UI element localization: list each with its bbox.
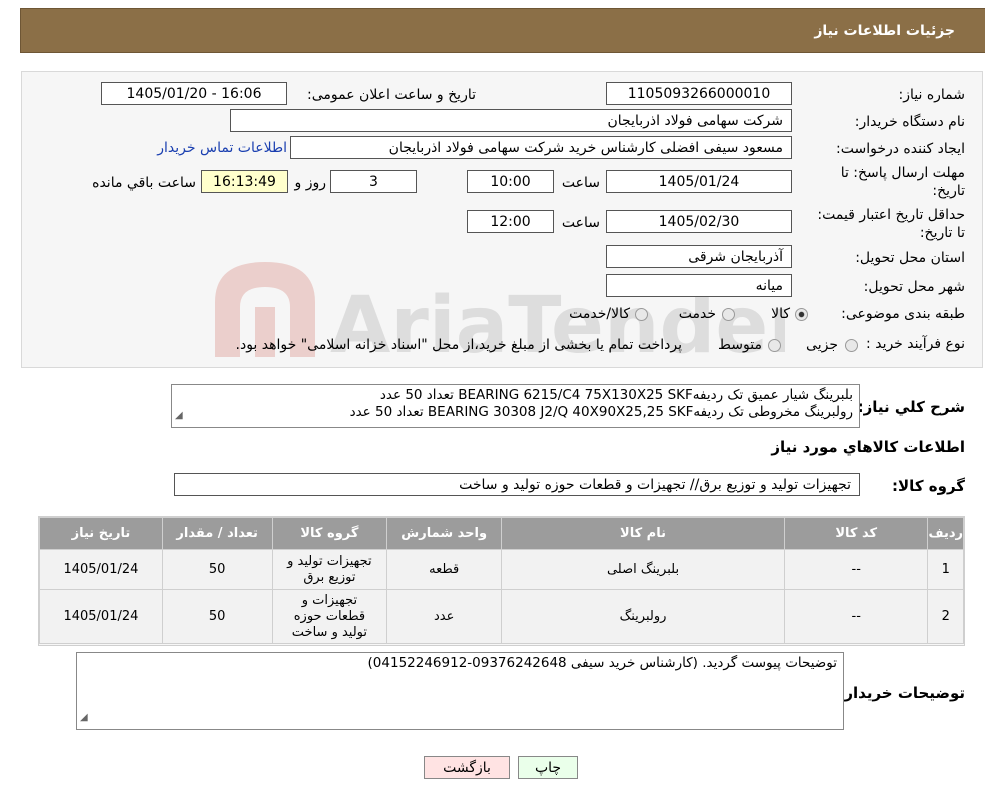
need-number-field: 1105093266000010 — [606, 82, 792, 105]
cell-row-number: 2 — [927, 589, 964, 644]
cell-quantity: 50 — [161, 589, 273, 644]
col-header-name: نام کالا — [501, 517, 785, 550]
buyer-notes-text: توضیحات پیوست گردید. (کارشناس خرید سیفی … — [367, 655, 837, 671]
buyer-notes-textarea[interactable]: توضیحات پیوست گردید. (کارشناس خرید سیفی … — [76, 652, 844, 730]
validity-label: حداقل تاریخ اعتبار قیمت: تا تاریخ: — [817, 207, 965, 241]
creator-label: ایجاد کننده درخواست: — [836, 141, 965, 157]
category-option-goods: کالا — [771, 306, 790, 322]
cell-code: -- — [783, 549, 929, 590]
validity-time-label: ساعت — [561, 215, 600, 231]
category-radio-goods-service[interactable] — [635, 308, 648, 321]
table-header-row: ردیف کد کالا نام کالا واحد شمارش گروه کا… — [39, 517, 964, 550]
buyer-org-field: شرکت سهامی فولاد اذربایجان — [230, 109, 792, 132]
category-label: طبقه بندی موضوعی: — [841, 306, 965, 322]
cell-row-number: 1 — [927, 549, 964, 590]
cell-group: تجهیزات تولید و توزیع برق — [271, 549, 388, 590]
page-title: جزئیات اطلاعات نیاز — [814, 22, 955, 39]
buyer-contact-link[interactable]: اطلاعات تماس خریدار — [155, 140, 287, 156]
summary-textarea[interactable]: بلبرینگ شیار عمیق تک ردیفهBEARING 6215/C… — [171, 384, 860, 428]
category-option-goods-service: کالا/خدمت — [569, 306, 630, 322]
city-field: میانه — [606, 274, 792, 297]
announce-datetime-field: 1405/01/20 - 16:06 — [101, 82, 287, 105]
process-label: نوع فرآیند خرید : — [866, 336, 965, 352]
validity-time-field: 12:00 — [467, 210, 554, 233]
process-option-medium: متوسط — [718, 337, 762, 353]
cell-name: بلبرینگ اصلی — [501, 549, 785, 590]
process-radio-minor[interactable] — [845, 339, 858, 352]
col-header-quantity: تعداد / مقدار — [161, 517, 273, 550]
col-header-code: کد کالا — [783, 517, 929, 550]
goods-group-label: گروه کالا: — [892, 477, 965, 495]
col-header-row-number: ردیف — [927, 517, 964, 550]
cell-unit: قطعه — [386, 549, 503, 590]
deadline-time-field: 10:00 — [467, 170, 554, 193]
cell-unit: عدد — [386, 589, 503, 644]
print-button[interactable]: چاپ — [518, 756, 578, 779]
buyer-org-label: نام دستگاه خریدار: — [854, 114, 965, 130]
category-radio-goods[interactable] — [795, 308, 808, 321]
remaining-time-field: 16:13:49 — [201, 170, 288, 193]
table-row: 2 -- رولبرینگ عدد تجهیزات و قطعات حوزه ت… — [39, 589, 964, 644]
validity-date-field: 1405/02/30 — [606, 210, 792, 233]
goods-info-title: اطلاعات کالاهاي مورد نیاز — [771, 438, 965, 456]
col-header-date: تاریخ نیاز — [39, 517, 163, 550]
city-label: شهر محل تحویل: — [863, 279, 965, 295]
deadline-time-label: ساعت — [561, 175, 600, 191]
creator-field: مسعود سیفی افضلی کارشناس خرید شرکت سهامی… — [290, 136, 792, 159]
deadline-label: مهلت ارسال پاسخ: تا تاریخ: — [840, 165, 965, 199]
days-remaining-field: 3 — [330, 170, 417, 193]
cell-name: رولبرینگ — [501, 589, 785, 644]
summary-line-1: بلبرینگ شیار عمیق تک ردیفهBEARING 6215/C… — [379, 387, 853, 403]
deadline-date-field: 1405/01/24 — [606, 170, 792, 193]
process-radio-medium[interactable] — [768, 339, 781, 352]
col-header-unit: واحد شمارش — [386, 517, 503, 550]
cell-quantity: 50 — [161, 549, 273, 590]
province-field: آذربایجان شرقی — [606, 245, 792, 268]
resize-grip-icon[interactable]: ◢ — [80, 709, 88, 726]
process-option-minor: جزیی — [806, 337, 838, 353]
need-number-label: شماره نیاز: — [898, 87, 966, 103]
category-radio-service[interactable] — [722, 308, 735, 321]
remaining-label: ساعت باقي مانده — [92, 175, 196, 191]
resize-grip-icon[interactable]: ◢ — [175, 407, 183, 424]
summary-label: شرح کلي نیاز: — [857, 398, 965, 416]
province-label: استان محل تحویل: — [855, 250, 965, 266]
items-table: ردیف کد کالا نام کالا واحد شمارش گروه کا… — [39, 517, 964, 644]
days-label: روز و — [294, 175, 327, 191]
items-table-container: ردیف کد کالا نام کالا واحد شمارش گروه کا… — [38, 516, 965, 646]
category-option-service: خدمت — [678, 306, 716, 322]
back-button[interactable]: بازگشت — [424, 756, 510, 779]
cell-date: 1405/01/24 — [39, 549, 163, 590]
goods-group-field: تجهیزات تولید و توزیع برق// تجهیزات و قط… — [174, 473, 860, 496]
cell-code: -- — [783, 589, 929, 644]
page-header: جزئیات اطلاعات نیاز — [20, 8, 985, 53]
cell-date: 1405/01/24 — [39, 589, 163, 644]
process-note: پرداخت تمام یا بخشی از مبلغ خرید،از محل … — [235, 337, 682, 353]
summary-line-2: رولبرینگ مخروطی تک ردیفهBEARING 30308 J2… — [349, 404, 853, 420]
table-row: 1 -- بلبرینگ اصلی قطعه تجهیزات تولید و ت… — [39, 549, 964, 590]
announce-label: تاریخ و ساعت اعلان عمومی: — [307, 87, 476, 103]
col-header-group: گروه کالا — [271, 517, 388, 550]
buyer-notes-label: توضیحات خریدار: — [838, 684, 965, 702]
cell-group: تجهیزات و قطعات حوزه تولید و ساخت — [271, 589, 388, 644]
